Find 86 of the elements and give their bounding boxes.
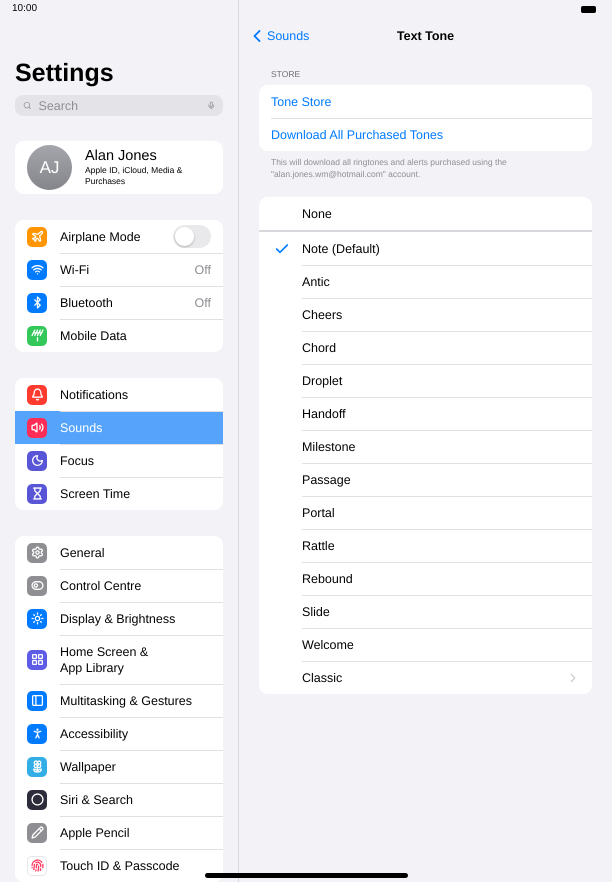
toggle-icon [27,576,47,596]
tone-row[interactable]: Cheers [259,298,592,331]
sidebar-item-label: Siri & Search [60,792,134,809]
avatar: AJ [27,145,72,190]
sidebar-item-label: Screen Time [60,486,132,503]
sidebar-item-label: Accessibility [60,726,130,743]
search-icon [23,99,32,112]
sidebar-item-label: Control Centre [60,578,142,595]
tone-label: Slide [302,605,331,619]
tone-row[interactable]: Rebound [259,562,592,595]
sidebar-item-label: General [60,544,106,562]
tone-label: Cheers [302,308,344,322]
home-indicator[interactable] [205,873,408,878]
tone-label: Droplet [302,374,344,388]
sidebar-panel-icon [27,690,47,710]
sidebar-item-label: Sounds [60,420,104,437]
tone-label: Rebound [302,572,354,586]
tone-row[interactable]: Rattle [259,529,592,562]
tone-label: None [302,206,333,220]
store-link[interactable]: Tone Store [271,94,332,108]
search-field[interactable]: Search [36,98,202,114]
tone-label: Handoff [302,407,347,421]
tone-row[interactable]: Slide [259,595,592,628]
sidebar-item-label: Wallpaper [60,759,117,776]
tone-label: Passage [302,473,352,487]
hourglass-icon [27,484,47,504]
sidebar-item-label: Home Screen & App Library [60,644,150,677]
bluetooth-icon [27,292,47,312]
sidebar-item-label: Mobile Data [60,328,128,345]
flower-icon [27,756,47,776]
moon-icon [27,450,47,470]
profile-subtitle: Apple ID, iCloud, Media & Purchases [85,165,184,187]
tone-row[interactable]: Milestone [259,430,592,463]
search-bar[interactable]: Search [15,95,223,116]
status-value: Off [194,263,211,277]
status-value: Off [194,296,211,310]
sidebar-item-label: Focus [60,453,96,470]
sidebar-item-label: Bluetooth [60,295,114,312]
speaker-icon [27,418,47,438]
toggle-switch[interactable] [173,225,211,248]
status-time: 10:00 [12,2,38,16]
fingerprint-icon [27,856,47,876]
tone-row[interactable]: Handoff [259,397,592,430]
sidebar-item-label: Wi-Fi [60,262,90,279]
person-icon [27,724,47,744]
tone-row[interactable]: Classic [259,661,592,694]
tone-label: Note (Default) [302,242,381,256]
page-title: Text Tone [396,29,454,43]
section-header: STORE [271,68,300,80]
tone-label: Welcome [302,638,355,652]
tone-label: Antic [302,275,331,289]
wifi-icon [27,260,47,280]
pencil-icon [27,822,47,842]
sidebar-item-label: Touch ID & Passcode [60,858,181,875]
store-link[interactable]: Download All Purchased Tones [271,128,444,142]
tone-row[interactable]: Chord [259,331,592,364]
tone-label: Chord [302,341,338,355]
section-footer: This will download all ringtones and alerts purchased using the "alan.jones.wm@hotmail.com" account. [271,156,580,180]
tone-label: Milestone [302,440,356,454]
tone-row[interactable]: None [259,197,592,230]
sidebar-item-label: Notifications [60,386,130,404]
battery-icon [581,6,596,13]
profile-card[interactable]: AJ Alan Jones Apple ID, iCloud, Media & Purchases [15,141,223,194]
sun-icon [27,608,47,628]
tone-row[interactable]: Note (Default) [259,232,592,265]
settings-icon [27,542,47,562]
sidebar-item-label: Display & Brightness [60,611,176,628]
tone-row[interactable]: Passage [259,463,592,496]
airplane-icon [27,226,47,246]
tone-label: Classic [302,671,344,685]
microphone-icon[interactable] [206,99,215,112]
sidebar-item-label: Airplane Mode [60,228,142,246]
tone-row[interactable]: Droplet [259,364,592,397]
tone-label: Portal [302,506,336,520]
sidebar-item-label: Apple Pencil [60,825,130,842]
settings-title: Settings [15,58,115,88]
sidebar-item-label: Multitasking & Gestures [60,693,193,710]
tone-row[interactable]: Portal [259,496,592,529]
profile-name: Alan Jones [85,148,158,165]
back-button[interactable]: Sounds [247,26,310,46]
orb-icon [27,790,47,810]
bell-icon [27,384,47,404]
tone-label: Rattle [302,539,336,553]
tone-row[interactable]: Antic [259,265,592,298]
tone-row[interactable]: Welcome [259,628,592,661]
grid-icon [27,650,47,670]
